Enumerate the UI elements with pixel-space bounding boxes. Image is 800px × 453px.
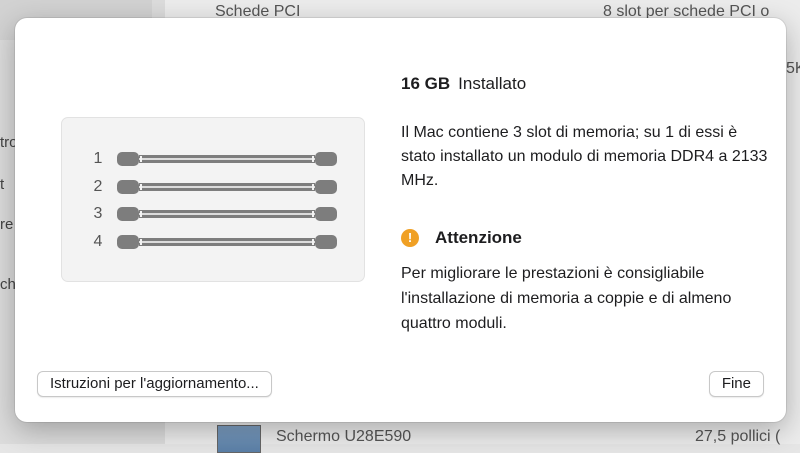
- slot-number: 4: [93, 233, 103, 250]
- bg-right-fragment: 5K: [786, 60, 800, 77]
- memory-slot-icon: [117, 180, 337, 194]
- slot-number: 3: [93, 205, 103, 222]
- display-thumbnail: [217, 425, 261, 453]
- upgrade-instructions-button[interactable]: Istruzioni per l'aggiornamento...: [37, 371, 272, 397]
- slot-number: 1: [93, 150, 103, 167]
- memory-slot: 1: [62, 149, 364, 169]
- memory-slot-icon: [117, 235, 337, 249]
- capacity-value: 16 GB: [401, 74, 451, 93]
- sidebar-fragment: t: [0, 176, 5, 193]
- slot-number: 2: [93, 178, 103, 195]
- warning-title: Attenzione: [435, 228, 522, 247]
- warning-header: ! Attenzione: [401, 226, 522, 250]
- sidebar-fragment: re: [0, 216, 14, 233]
- sidebar-fragment: ch: [0, 276, 16, 293]
- exclamation-circle-icon: !: [401, 229, 419, 247]
- memory-slot: 2: [62, 177, 364, 197]
- capacity-label: Installato: [458, 74, 527, 93]
- memory-slots-panel: 1 2 3 4: [61, 117, 365, 282]
- warning-text: Per migliorare le prestazioni è consigli…: [401, 265, 732, 332]
- bg-row-label: Schermo U28E590: [276, 428, 412, 445]
- memory-capacity: 16 GB Installato: [401, 73, 526, 95]
- memory-sheet: 1 2 3 4 16 GB Installato Il Mac contiene…: [15, 18, 786, 422]
- memory-slot-icon: [117, 152, 337, 166]
- memory-slot-icon: [117, 207, 337, 221]
- memory-description: Il Mac contiene 3 slot di memoria; su 1 …: [401, 124, 768, 189]
- bg-row-value: 27,5 pollici (: [695, 428, 781, 445]
- memory-slot: 4: [62, 232, 364, 252]
- memory-slot: 3: [62, 204, 364, 224]
- done-button[interactable]: Fine: [708, 371, 764, 397]
